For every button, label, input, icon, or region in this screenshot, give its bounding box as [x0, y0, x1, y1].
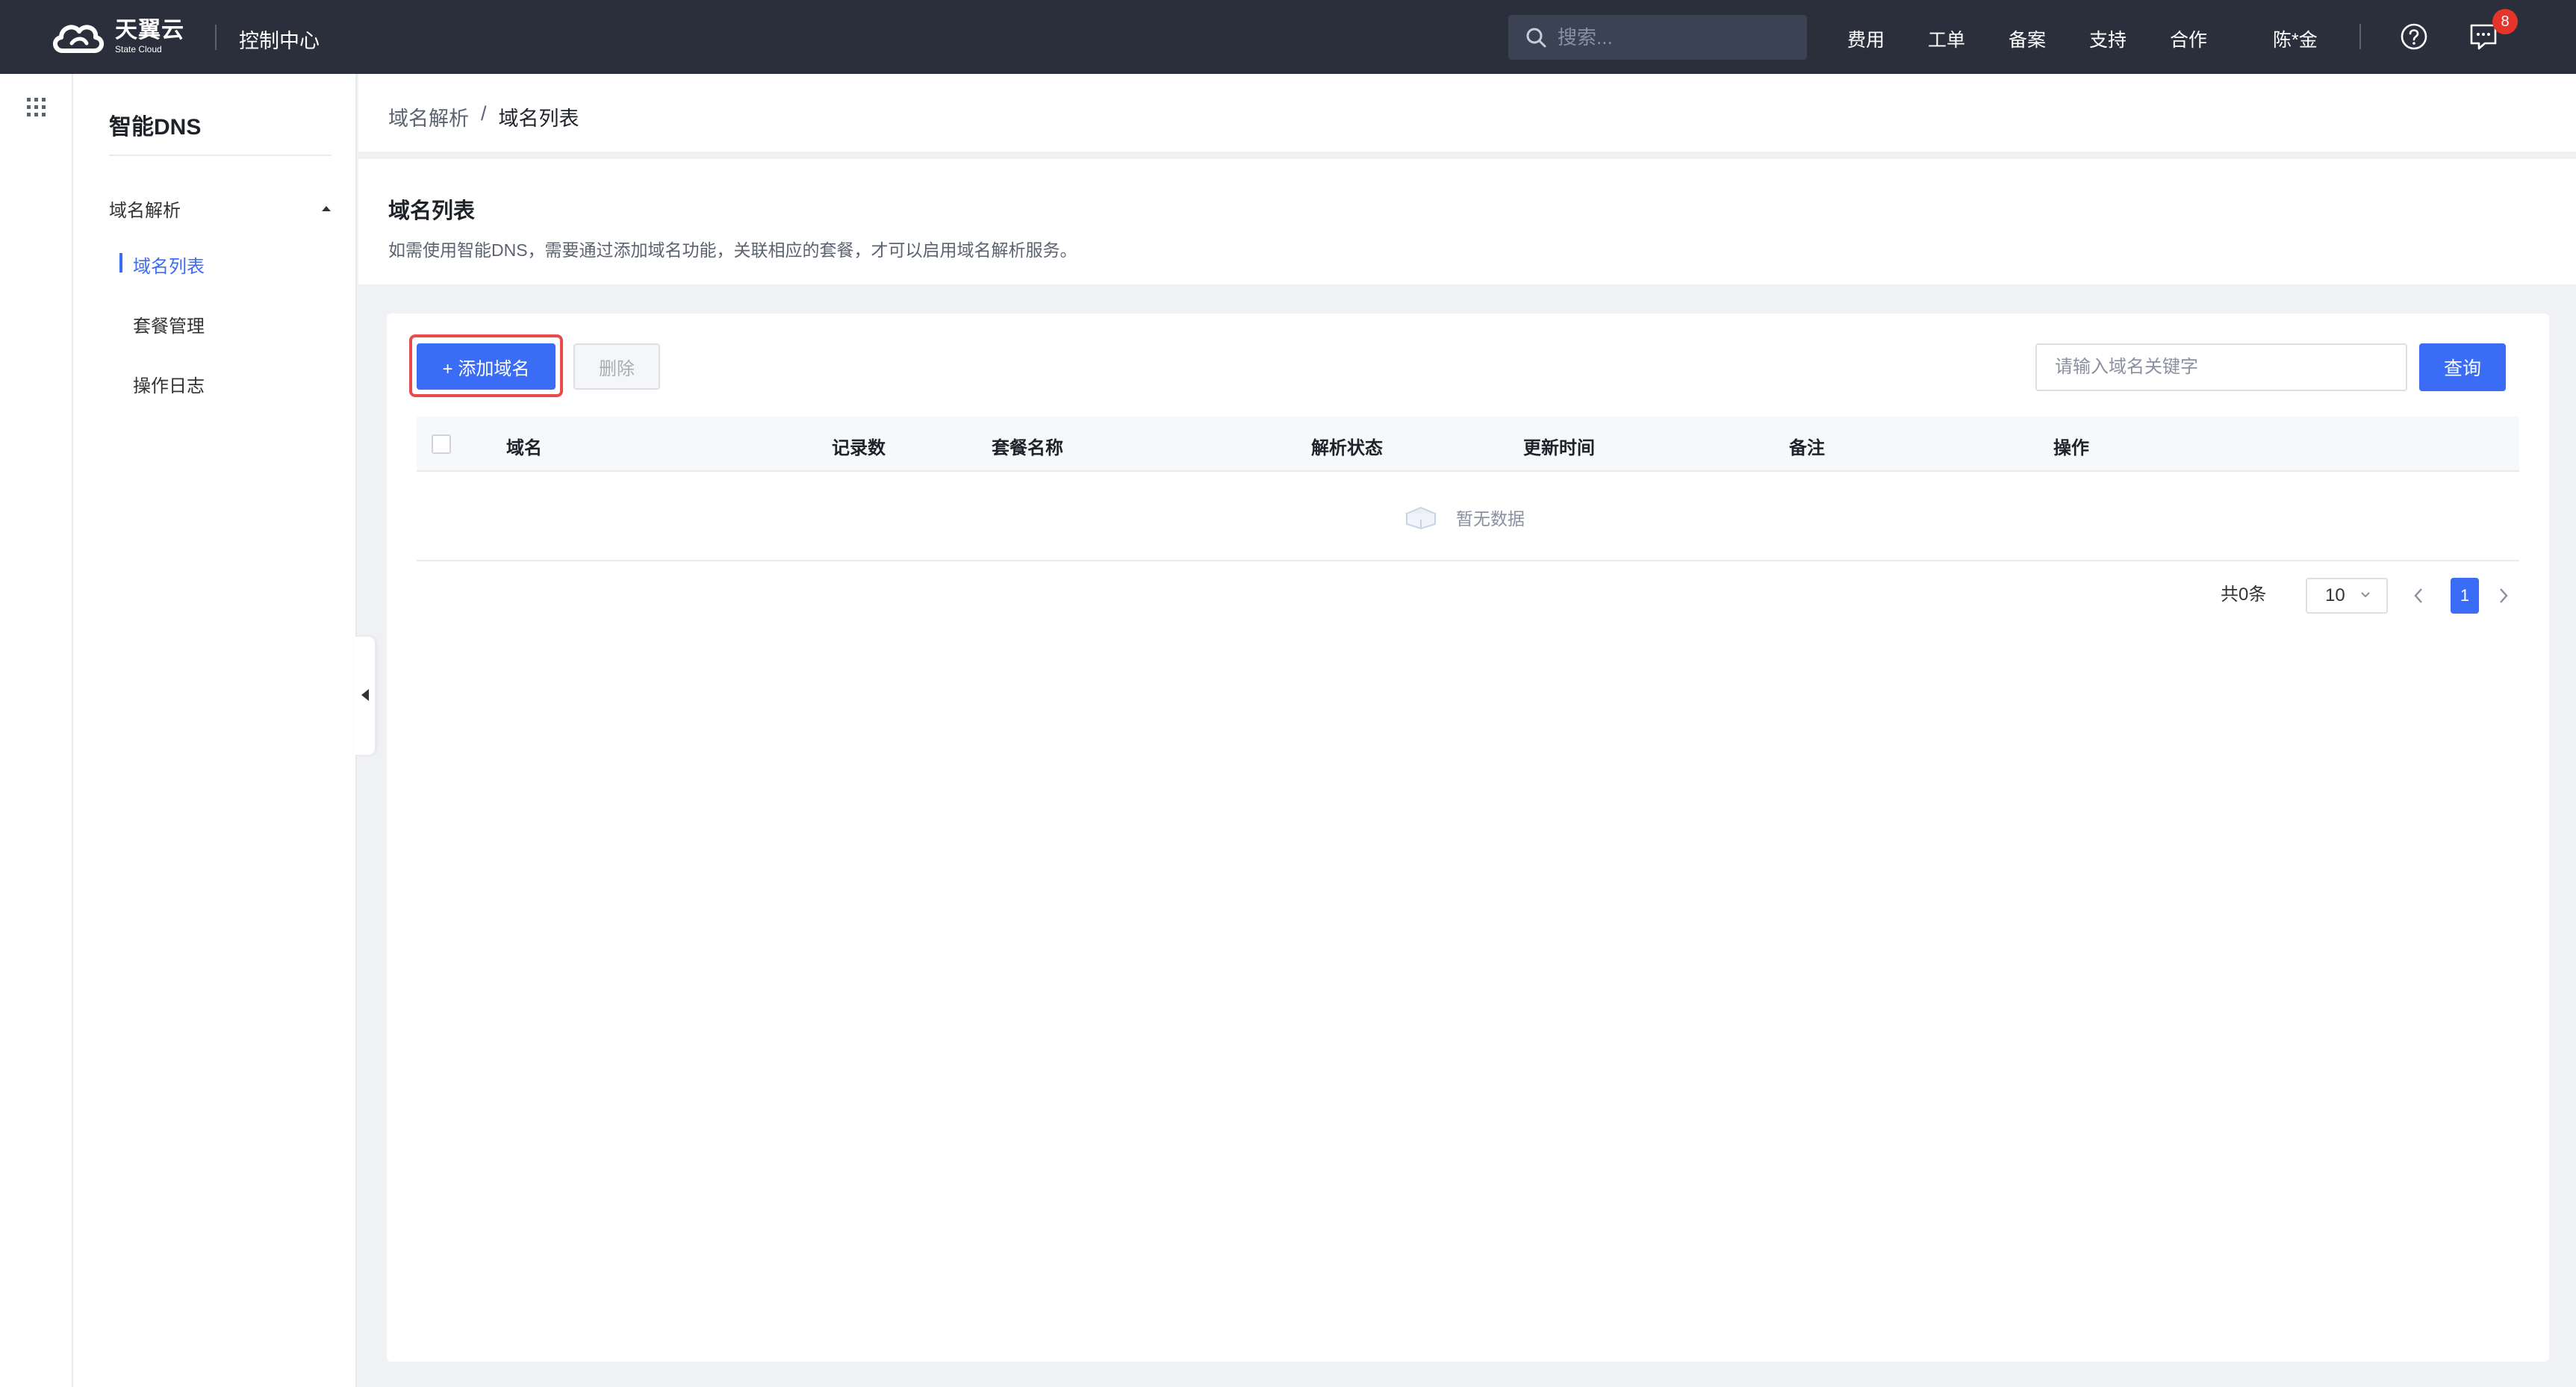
caret-up-icon [322, 206, 331, 211]
logo[interactable]: 天翼云 State Cloud [49, 16, 184, 57]
divider [109, 155, 332, 156]
nav-support[interactable]: 支持 [2089, 25, 2127, 52]
query-button[interactable]: 查询 [2419, 343, 2506, 391]
table-header: 域名 记录数 套餐名称 解析状态 更新时间 备注 操作 [417, 417, 2519, 472]
divider [2359, 24, 2361, 49]
nav-filing[interactable]: 备案 [2009, 25, 2046, 52]
column-header-resolution-status: 解析状态 [1311, 438, 1383, 458]
product-title: 智能DNS [109, 115, 202, 140]
user-menu[interactable]: 陈*金 [2273, 25, 2318, 52]
sidebar: 智能DNS 域名解析 域名列表 套餐管理 操作日志 [73, 74, 357, 1387]
breadcrumb-bar: 域名解析 / 域名列表 [358, 74, 2576, 153]
empty-state: 暂无数据 [417, 472, 2519, 561]
message-count-badge: 8 [2492, 9, 2518, 34]
chevron-down-icon [2361, 592, 2370, 598]
top-navigation-bar: 天翼云 State Cloud 控制中心 费用 工单 备案 支持 合作 陈*金 … [0, 0, 2576, 74]
nav-billing[interactable]: 费用 [1847, 25, 1885, 52]
page-size-value: 10 [2325, 585, 2345, 605]
sidebar-group-dns-resolution[interactable]: 域名解析 [109, 193, 332, 223]
sidebar-group-label: 域名解析 [109, 200, 181, 221]
sidebar-collapse-toggle[interactable] [354, 637, 375, 755]
column-header-update-time: 更新时间 [1523, 438, 1595, 458]
brand-name-en: State Cloud [115, 44, 162, 54]
domain-keyword-input[interactable] [2035, 343, 2407, 391]
cloud-logo-icon [53, 25, 104, 53]
page-1-button[interactable]: 1 [2451, 578, 2479, 614]
column-header-package-name: 套餐名称 [992, 438, 1063, 458]
column-header-record-count: 记录数 [832, 438, 886, 458]
caret-left-icon [361, 689, 369, 701]
nav-tickets[interactable]: 工单 [1928, 25, 1965, 52]
empty-box-icon [1404, 506, 1437, 530]
column-header-domain: 域名 [506, 438, 542, 458]
apps-grid-icon[interactable] [27, 98, 46, 117]
empty-text: 暂无数据 [1456, 509, 1525, 529]
total-count: 共0条 [2221, 585, 2267, 605]
breadcrumb-current: 域名列表 [498, 107, 579, 130]
breadcrumb-parent[interactable]: 域名解析 [388, 102, 469, 131]
breadcrumb: 域名解析 / 域名列表 [388, 102, 579, 131]
domain-list-card: + 添加域名 删除 查询 域名 记录数 套餐名称 解析状态 更新时间 备注 操作… [387, 314, 2549, 1362]
sidebar-item-operation-log[interactable]: 操作日志 [133, 371, 205, 397]
delete-button[interactable]: 删除 [573, 343, 660, 390]
next-page-icon[interactable] [2497, 587, 2510, 605]
sidebar-item-domain-list[interactable]: 域名列表 [133, 252, 205, 278]
page-size-select[interactable]: 10 [2306, 578, 2388, 614]
search-icon [1526, 28, 1546, 48]
nav-partners[interactable]: 合作 [2170, 25, 2207, 52]
select-all-checkbox[interactable] [432, 434, 451, 454]
page-title: 域名列表 [388, 199, 476, 223]
column-header-actions: 操作 [2053, 438, 2089, 458]
search-input[interactable] [1558, 25, 1796, 49]
page-description: 如需使用智能DNS，需要通过添加域名功能，关联相应的套餐，才可以启用域名解析服务… [388, 240, 1077, 260]
breadcrumb-separator: / [481, 102, 487, 125]
page-header: 域名列表 如需使用智能DNS，需要通过添加域名功能，关联相应的套餐，才可以启用域… [358, 159, 2576, 284]
add-domain-button[interactable]: + 添加域名 [417, 343, 556, 390]
column-header-remark: 备注 [1789, 438, 1825, 458]
global-search[interactable] [1508, 15, 1807, 60]
sidebar-item-package-management[interactable]: 套餐管理 [133, 311, 205, 337]
divider [215, 25, 217, 50]
help-icon[interactable] [2400, 22, 2428, 51]
prev-page-icon[interactable] [2412, 587, 2425, 605]
console-title[interactable]: 控制中心 [239, 25, 320, 54]
product-rail [0, 74, 73, 1387]
active-indicator [119, 253, 122, 272]
brand-name: 天翼云 [115, 18, 184, 43]
